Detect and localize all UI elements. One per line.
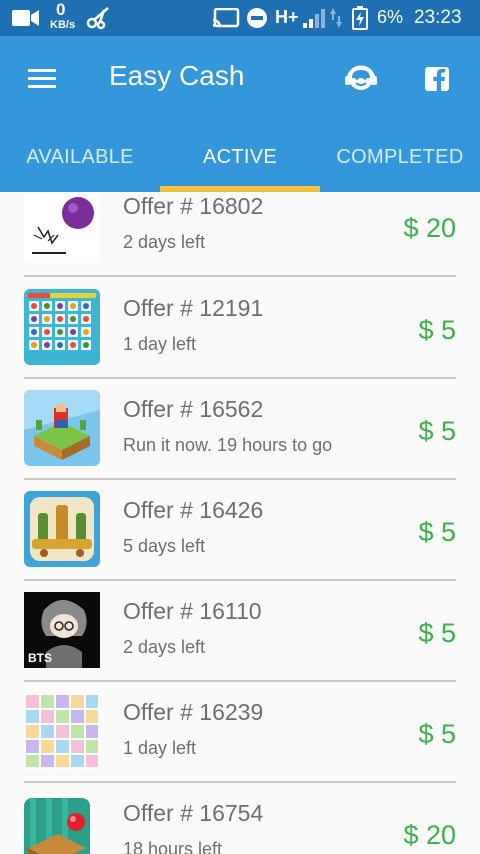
offer-row[interactable]: Offer # 16426 5 days left $ 5 <box>0 479 480 581</box>
offer-amount: $ 5 <box>418 416 456 446</box>
offer-row[interactable]: Offer # 16754 18 hours left $ 20 <box>0 782 480 854</box>
offer-thumbnail <box>24 390 100 466</box>
offer-subtitle: 1 day left <box>123 738 197 758</box>
offer-title: Offer # 16426 <box>123 497 264 523</box>
signal-icon <box>303 9 325 28</box>
offer-title: Offer # 16110 <box>123 598 262 624</box>
battery-icon <box>352 6 368 30</box>
clock: 23:23 <box>414 7 462 28</box>
offer-amount: $ 5 <box>418 315 456 345</box>
data-rate-unit: KB/s <box>50 19 76 31</box>
offer-amount: $ 20 <box>403 820 456 850</box>
scissors-icon <box>86 7 109 30</box>
offer-title: Offer # 16239 <box>123 699 264 725</box>
offer-row[interactable]: Offer # 12191 1 day left $ 5 <box>0 277 480 379</box>
video-camera-icon <box>12 10 39 26</box>
offer-amount: $ 5 <box>418 618 456 648</box>
app-bar: Easy Cash <box>0 36 480 122</box>
svg-text:BTS: BTS <box>28 651 52 665</box>
facebook-button[interactable] <box>422 64 452 94</box>
offer-subtitle: 18 hours left <box>123 839 223 854</box>
offer-row[interactable]: Offer # 16239 1 day left $ 5 <box>0 681 480 783</box>
offer-row[interactable]: BTS Offer # 16110 2 days left $ 5 <box>0 580 480 682</box>
offer-row[interactable]: Offer # 16562 Run it now. 19 hours to go… <box>0 378 480 480</box>
tab-active[interactable]: ACTIVE <box>160 122 320 192</box>
offer-amount: $ 5 <box>418 517 456 547</box>
offer-amount: $ 20 <box>403 213 456 243</box>
support-icon <box>345 65 377 90</box>
offer-thumbnail <box>24 693 100 769</box>
offer-subtitle: 2 days left <box>123 637 206 657</box>
offer-thumbnail <box>24 491 100 567</box>
tab-completed[interactable]: COMPLETED <box>320 122 480 192</box>
offer-thumbnail <box>24 798 90 854</box>
network-type: H+ <box>275 7 299 27</box>
facebook-icon <box>425 67 449 91</box>
status-bar: 0 KB/s H+ 6% 23:23 <box>0 0 480 36</box>
support-button[interactable] <box>340 58 382 100</box>
offer-subtitle: 1 day left <box>123 334 197 354</box>
offer-title: Offer # 16562 <box>123 396 264 422</box>
tab-available[interactable]: AVAILABLE <box>0 122 160 192</box>
offer-thumbnail <box>24 192 100 263</box>
offer-title: Offer # 16754 <box>123 800 264 826</box>
menu-icon <box>28 69 56 88</box>
offer-list[interactable]: Offer # 16802 2 days left $ 20 Offer # 1… <box>0 192 480 854</box>
data-rate: 0 <box>56 0 66 19</box>
data-activity-icon <box>330 8 342 28</box>
offer-title: Offer # 12191 <box>123 295 264 321</box>
do-not-disturb-icon <box>247 8 267 28</box>
battery-level: 6% <box>377 7 404 27</box>
offer-subtitle: 5 days left <box>123 536 206 556</box>
offer-row[interactable]: Offer # 16802 2 days left $ 20 <box>0 192 480 277</box>
offer-amount: $ 5 <box>418 719 456 749</box>
offer-subtitle: 2 days left <box>123 232 206 252</box>
tab-bar: AVAILABLE ACTIVE COMPLETED <box>0 122 480 192</box>
offer-thumbnail: BTS <box>24 592 100 668</box>
offer-title: Offer # 16802 <box>123 193 264 219</box>
app-title: Easy Cash <box>109 60 245 91</box>
offer-thumbnail <box>24 289 100 365</box>
menu-button[interactable] <box>18 56 64 102</box>
offer-subtitle: Run it now. 19 hours to go <box>123 435 333 455</box>
cast-icon <box>212 8 240 28</box>
